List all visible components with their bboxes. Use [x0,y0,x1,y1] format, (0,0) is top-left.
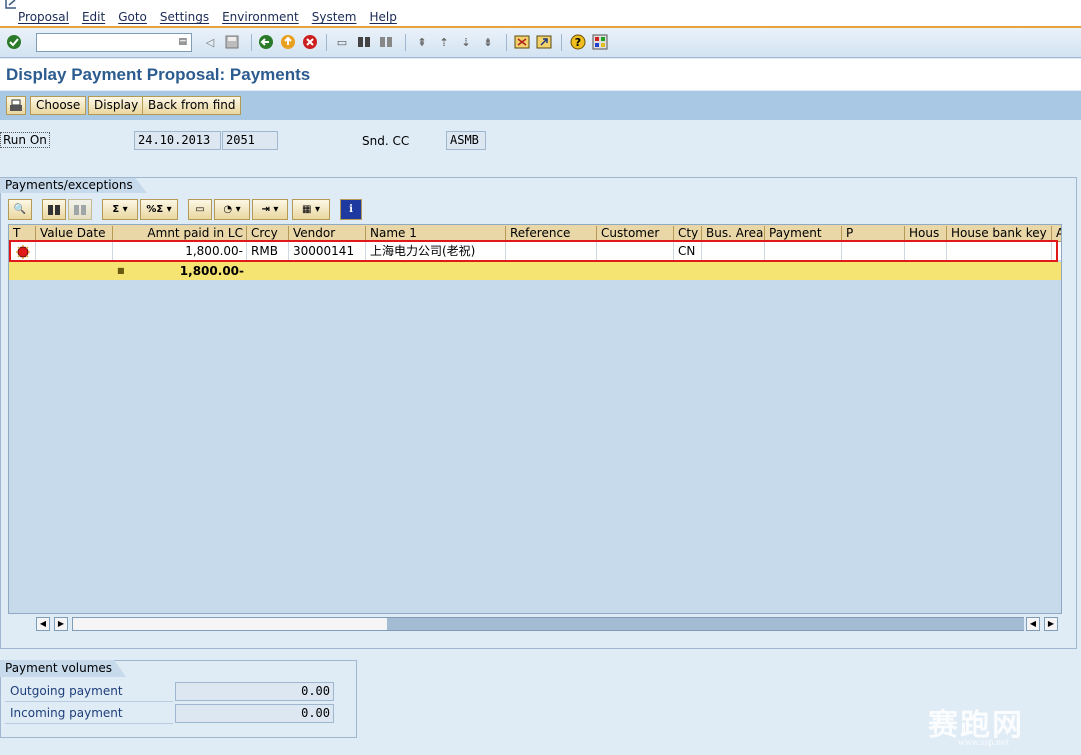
col-hous[interactable]: Hous [905,226,947,241]
save-icon[interactable] [224,34,240,50]
application-toolbar: Choose Display Back from find [0,91,1081,120]
horizontal-scrollbar[interactable]: ◀ ▶ ◀ ▶ [36,616,1060,633]
find-next-icon[interactable] [68,199,92,220]
menu-goto[interactable]: Goto [118,10,147,24]
run-on-id-field: 2051 [222,131,278,150]
export-icon[interactable]: ⇥ ▾ [252,199,288,220]
col-amount[interactable]: Amnt paid in LC [113,226,247,241]
svg-text:?: ? [575,36,581,49]
find-icon[interactable] [42,199,66,220]
layout-menu-icon[interactable] [592,34,608,50]
col-name1[interactable]: Name 1 [366,226,506,241]
system-menu-icon[interactable] [4,0,18,9]
menu-bar: Proposal Edit Goto Settings Environment … [0,0,1081,28]
col-crcy[interactable]: Crcy [247,226,289,241]
separator [405,34,406,51]
watermark: 赛跑网 www.ssp.net [928,708,1024,747]
col-p[interactable]: P [842,226,905,241]
separator [251,34,252,51]
exit-icon[interactable] [280,34,296,50]
col-cty[interactable]: Cty [674,226,702,241]
cancel-icon[interactable] [302,34,318,50]
page-title: Display Payment Proposal: Payments [6,65,311,84]
col-vendor[interactable]: Vendor [289,226,366,241]
incoming-payment-label: Incoming payment [10,706,123,720]
outgoing-payment-field: 0.00 [175,682,334,701]
find-icon[interactable] [356,34,372,50]
next-page-icon[interactable]: ⇣ [458,34,474,50]
col-t[interactable]: T [9,226,36,241]
alv-toolbar: 🔍 Σ ▾ %Σ ▾ ▭ ◔ ▾ ⇥ ▾ ▦ ▾ i [8,198,1062,222]
help-icon[interactable]: ? [570,34,586,50]
menu-proposal[interactable]: Proposal [18,10,69,24]
col-customer[interactable]: Customer [597,226,674,241]
menu-edit[interactable]: Edit [82,10,105,24]
snd-cc-field: ASMB [446,131,486,150]
col-reference[interactable]: Reference [506,226,597,241]
shortcut-icon[interactable] [536,34,552,50]
new-session-icon[interactable] [514,34,530,50]
find-next-icon[interactable] [378,34,394,50]
scroll-last-icon[interactable]: ▶ [1044,617,1058,631]
col-house-bank-key[interactable]: House bank key [947,226,1052,241]
col-value-date[interactable]: Value Date [36,226,113,241]
col-a[interactable]: A [1052,226,1061,241]
details-icon[interactable]: 🔍 [8,199,32,220]
col-bus-area[interactable]: Bus. Area [702,226,765,241]
menu-system[interactable]: System [312,10,357,24]
scroll-left-icon[interactable]: ▶ [54,617,68,631]
col-payment[interactable]: Payment [765,226,842,241]
command-field[interactable]: ▤ [36,33,192,52]
scroll-thumb[interactable] [387,618,1024,630]
print-list-button[interactable] [6,96,26,115]
info-icon[interactable]: i [340,199,362,220]
command-history-icon[interactable]: ▤ [178,37,187,47]
choose-button[interactable]: Choose [30,96,87,115]
display-button[interactable]: Display [88,96,145,115]
highlight-box [9,240,1058,262]
separator [561,34,562,51]
menu-settings[interactable]: Settings [160,10,209,24]
scroll-track[interactable] [72,617,1024,631]
payment-volumes-title: Payment volumes [0,660,126,677]
menu-environment[interactable]: Environment [222,10,299,24]
title-bar: Display Payment Proposal: Payments [0,59,1081,90]
outgoing-payment-label: Outgoing payment [10,684,123,698]
enter-icon[interactable] [6,34,22,50]
divider [5,723,173,724]
payments-group-title: Payments/exceptions [0,177,147,193]
back-arrow-icon[interactable]: ◁ [202,34,218,50]
total-row[interactable]: ■ 1,800.00- [9,262,1061,280]
layout-icon[interactable]: ▦ ▾ [292,199,330,220]
separator [326,34,327,51]
back-icon[interactable] [258,34,274,50]
printer-icon [10,99,22,111]
incoming-payment-field: 0.00 [175,704,334,723]
previous-page-icon[interactable]: ⇡ [436,34,452,50]
first-page-icon[interactable]: ⇞ [414,34,430,50]
last-page-icon[interactable]: ⇟ [480,34,496,50]
menu-help[interactable]: Help [369,10,396,24]
total-icon[interactable]: Σ ▾ [102,199,138,220]
print-icon[interactable]: ▭ [334,34,350,50]
divider [5,701,173,702]
run-on-date-field: 24.10.2013 [134,131,221,150]
subtotal-icon[interactable]: %Σ ▾ [140,199,178,220]
scroll-right-icon[interactable]: ◀ [1026,617,1040,631]
payments-table: T Value Date Amnt paid in LC Crcy Vendor… [8,224,1062,614]
run-on-label: Run On [0,132,50,148]
scroll-first-icon[interactable]: ◀ [36,617,50,631]
back-from-find-button[interactable]: Back from find [142,96,242,115]
print-preview-icon[interactable]: ▭ [188,199,212,220]
views-icon[interactable]: ◔ ▾ [214,199,250,220]
standard-toolbar: ▤ ◁ ▭ ⇞ ⇡ ⇣ ⇟ ? [0,28,1081,58]
snd-cc-label: Snd. CC [362,134,410,148]
total-amount: 1,800.00- [179,264,244,278]
separator [506,34,507,51]
